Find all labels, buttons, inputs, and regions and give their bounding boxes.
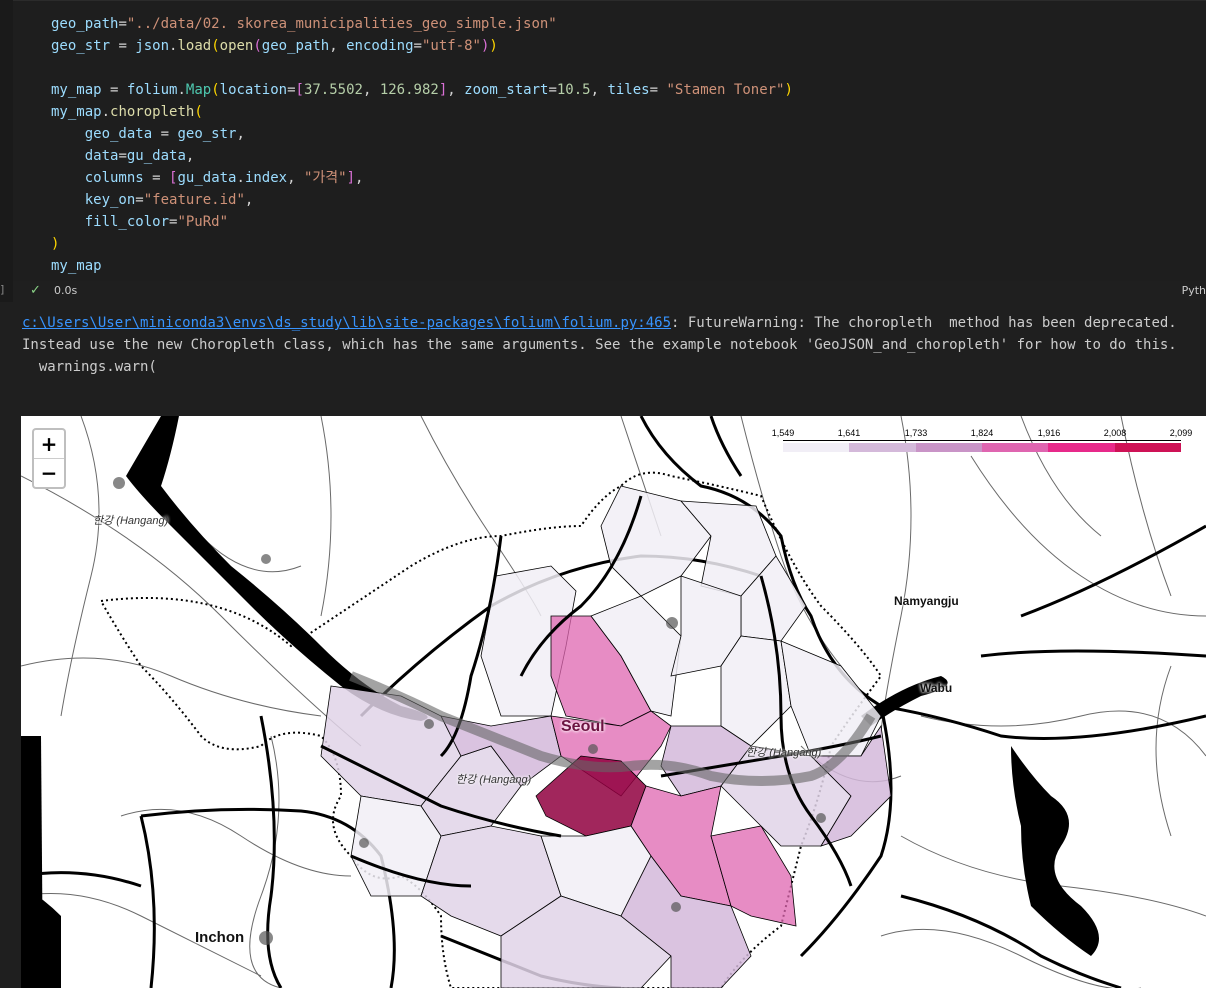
warning-call: warnings.warn( bbox=[22, 359, 157, 375]
cell-gutter bbox=[0, 0, 13, 302]
code-line: columns = [gu_data.index, "가격"], bbox=[84, 170, 364, 186]
legend-color-bar bbox=[783, 443, 1181, 452]
map-label-seoul: Seoul bbox=[561, 718, 605, 735]
legend-swatch bbox=[915, 443, 982, 452]
map-label-hangang-east: 한강 (Hangang) bbox=[746, 747, 822, 759]
code-line: geo_str = json.load(open(geo_path, encod… bbox=[51, 38, 498, 54]
legend-tick: 2,008 bbox=[1103, 428, 1127, 438]
map-label-incheon: Inchon bbox=[195, 929, 245, 946]
code-cell[interactable]: geo_path="../data/02. skorea_municipalit… bbox=[0, 0, 1206, 302]
legend-tick: 1,733 bbox=[904, 428, 928, 438]
legend-axis bbox=[783, 440, 1181, 441]
code-line: my_map bbox=[51, 258, 102, 274]
cell-status-bar: ✓ 0.0s Pyth bbox=[13, 280, 1206, 302]
map-label-namyangju: Namyangju bbox=[894, 594, 959, 608]
code-line: data=gu_data, bbox=[84, 148, 195, 164]
zoom-control: + − bbox=[32, 428, 66, 489]
code-line: fill_color="PuRd" bbox=[84, 214, 229, 230]
code-line: my_map = folium.Map(location=[37.5502, 1… bbox=[51, 82, 793, 98]
legend-swatch bbox=[849, 443, 916, 452]
code-line: geo_data = geo_str, bbox=[84, 126, 245, 142]
code-line: key_on="feature.id", bbox=[84, 192, 254, 208]
execution-bracket: ] bbox=[0, 283, 5, 296]
legend-tick: 1,641 bbox=[837, 428, 861, 438]
execution-time: 0.0s bbox=[54, 284, 78, 297]
warning-text: c:\Users\User\miniconda3\envs\ds_study\l… bbox=[22, 312, 1202, 378]
map-label-hangang-nw: 한강 (Hangang) bbox=[93, 515, 169, 527]
warning-file-link[interactable]: c:\Users\User\miniconda3\envs\ds_study\l… bbox=[22, 315, 671, 331]
map-tiles[interactable] bbox=[21, 416, 1206, 988]
legend-swatch bbox=[1114, 443, 1181, 452]
zoom-in-button[interactable]: + bbox=[34, 430, 64, 458]
legend-tick: 1,824 bbox=[970, 428, 994, 438]
folium-map[interactable]: + − 1,549 1,641 1,733 1,824 1,916 2,008 … bbox=[21, 416, 1206, 988]
legend-swatch bbox=[981, 443, 1049, 452]
code-block[interactable]: geo_path="../data/02. skorea_municipalit… bbox=[51, 13, 793, 277]
code-editor[interactable]: geo_path="../data/02. skorea_municipalit… bbox=[13, 0, 1206, 281]
code-line: my_map.choropleth( bbox=[51, 104, 203, 120]
legend-swatch bbox=[1048, 443, 1115, 452]
legend-tick: 1,916 bbox=[1037, 428, 1061, 438]
code-line: geo_path="../data/02. skorea_municipalit… bbox=[51, 16, 557, 32]
legend-swatch bbox=[783, 443, 850, 452]
cell-language[interactable]: Pyth bbox=[1182, 284, 1206, 297]
legend-tick: 2,099 bbox=[1169, 428, 1193, 438]
map-label-hangang-center: 한강 (Hangang) bbox=[456, 774, 532, 786]
check-icon: ✓ bbox=[30, 283, 41, 298]
choropleth-legend: 1,549 1,641 1,733 1,824 1,916 2,008 2,09… bbox=[771, 428, 1193, 468]
map-label-wabu: Wabu bbox=[920, 681, 953, 695]
zoom-out-button[interactable]: − bbox=[34, 458, 64, 487]
legend-tick: 1,549 bbox=[771, 428, 795, 438]
code-line: ) bbox=[51, 236, 60, 252]
